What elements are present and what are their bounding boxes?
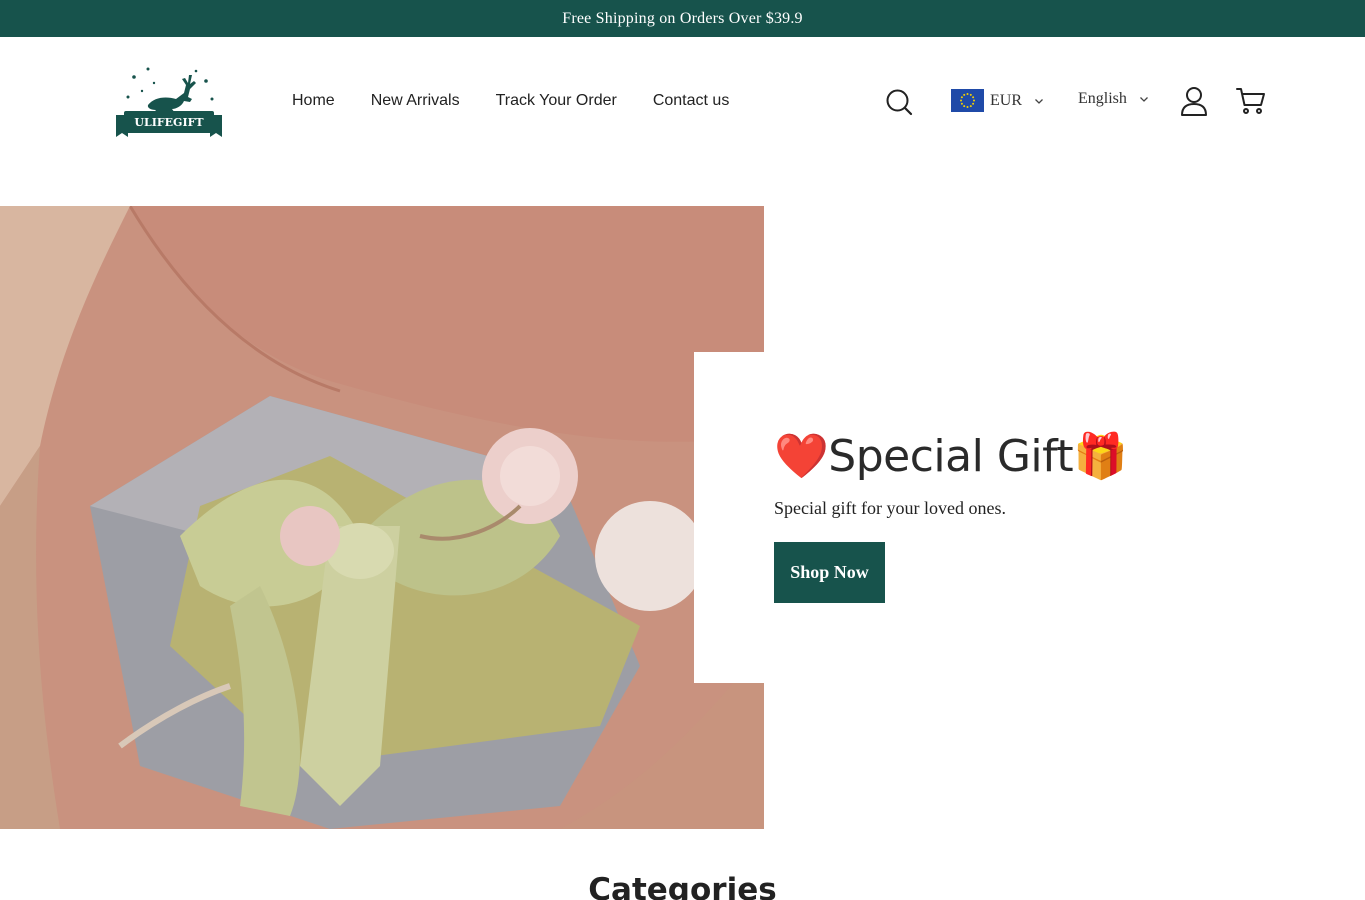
site-header: ULIFEGIFT Home New Arrivals Track Your O… xyxy=(0,37,1365,165)
gift-icon: 🎁 xyxy=(1073,431,1128,482)
nav-track-order[interactable]: Track Your Order xyxy=(496,92,617,110)
user-icon xyxy=(1181,87,1207,116)
nav-contact-us[interactable]: Contact us xyxy=(653,92,729,110)
brand-name: ULIFEGIFT xyxy=(134,116,204,129)
chevron-down-icon xyxy=(1035,98,1043,104)
categories-title: Categories xyxy=(588,872,777,900)
announcement-text: Free Shipping on Orders Over $39.9 xyxy=(562,9,803,27)
account-button[interactable] xyxy=(1180,86,1208,116)
hero-title-text: Special Gift xyxy=(828,431,1074,482)
currency-label: EUR xyxy=(990,91,1022,109)
main-nav: Home New Arrivals Track Your Order Conta… xyxy=(292,92,729,110)
search-button[interactable] xyxy=(885,88,913,116)
nav-home[interactable]: Home xyxy=(292,92,335,110)
language-selector[interactable]: English xyxy=(1078,90,1149,108)
announcement-bar: Free Shipping on Orders Over $39.9 xyxy=(0,0,1365,37)
nav-new-arrivals[interactable]: New Arrivals xyxy=(371,92,460,110)
eu-flag-icon xyxy=(951,89,984,112)
hero-title: ❤️Special Gift🎁 xyxy=(774,430,1128,482)
heart-icon: ❤️ xyxy=(774,431,829,482)
cart-button[interactable] xyxy=(1236,87,1266,115)
chevron-down-icon xyxy=(1139,97,1148,102)
currency-selector[interactable]: EUR xyxy=(951,89,1044,112)
shop-now-button[interactable]: Shop Now xyxy=(774,542,885,603)
search-icon xyxy=(886,89,913,116)
hero-text-panel xyxy=(694,352,766,683)
cart-icon xyxy=(1236,88,1265,114)
brand-logo[interactable]: ULIFEGIFT xyxy=(114,63,224,141)
language-label: English xyxy=(1078,90,1127,107)
hero-image xyxy=(0,206,764,829)
hero-subtitle: Special gift for your loved ones. xyxy=(774,498,1006,518)
